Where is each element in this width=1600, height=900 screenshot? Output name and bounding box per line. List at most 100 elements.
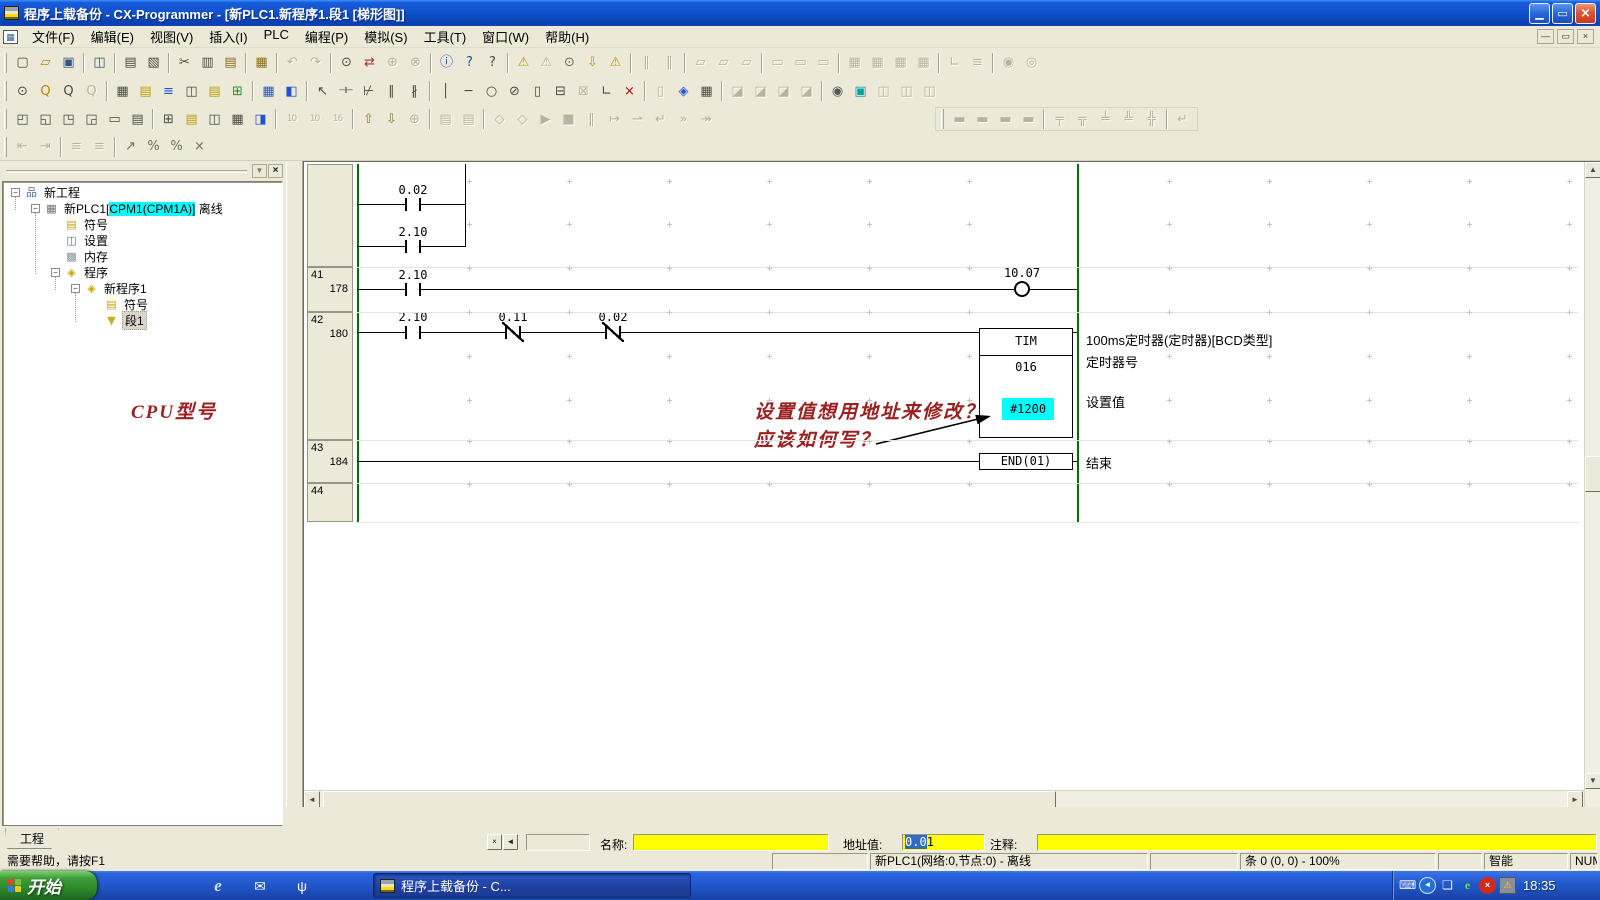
new-file-icon[interactable]: ▢ <box>12 52 33 73</box>
diff-up-icon[interactable]: ↗ <box>120 136 141 157</box>
about-icon[interactable]: ⓘ <box>436 52 457 73</box>
rung-gutter-cell[interactable]: 43 184 <box>307 440 353 483</box>
context-help-icon[interactable]: ? <box>482 52 503 73</box>
rung-gutter-cell[interactable]: 44 <box>307 483 353 522</box>
tree-item-label[interactable]: 新程序1 <box>102 280 149 297</box>
find-warning-icon[interactable]: ⊙ <box>559 52 580 73</box>
compile-icon[interactable]: ⚠ <box>513 52 534 73</box>
rung-list-icon[interactable]: ≡ <box>158 81 179 102</box>
line-delete-icon[interactable]: × <box>619 81 640 102</box>
tree-item[interactable]: −▦新PLC1[CPM1(CPM1A)] 离线 <box>5 200 280 216</box>
menu-item[interactable]: 窗口(W) <box>474 24 537 49</box>
tree-item-label[interactable]: 新工程 <box>42 184 82 201</box>
tree-item[interactable]: −◈新程序1 <box>5 280 280 296</box>
address-value-field[interactable]: 0.01 <box>902 834 985 851</box>
tree-expand-box[interactable]: − <box>31 204 40 213</box>
zoom-custom-icon[interactable]: Q <box>35 81 56 102</box>
cross-reference-icon[interactable]: ⊞ <box>158 109 179 130</box>
name-field[interactable] <box>633 834 829 851</box>
tree-item-label[interactable]: 设置 <box>82 232 110 249</box>
tree-item[interactable]: ▼段1 <box>5 312 280 328</box>
watch-window-icon[interactable]: ▦ <box>227 109 248 130</box>
operand-label[interactable]: 2.10 <box>389 268 437 282</box>
line-connect-icon[interactable]: ∟ <box>596 81 617 102</box>
vertical-scroll-thumb[interactable] <box>1585 456 1600 492</box>
tree-item[interactable]: ▤符号 <box>5 216 280 232</box>
symbol-comment-icon[interactable]: ▤ <box>135 81 156 102</box>
properties-icon[interactable]: ▤ <box>127 109 148 130</box>
no-contact[interactable] <box>405 283 421 296</box>
timer-set-value-operand[interactable]: #1200 <box>1002 398 1054 420</box>
horizontal-scrollbar[interactable]: ◄ ► <box>304 790 1584 808</box>
copy-icon[interactable]: ▥ <box>197 52 218 73</box>
help-icon[interactable]: ? <box>459 52 480 73</box>
minimize-button[interactable]: ▁ <box>1529 3 1550 24</box>
keyboard-tray-icon[interactable]: ⌨ <box>1399 877 1416 894</box>
tile-horizontal-icon[interactable]: ◱ <box>35 109 56 130</box>
print-icon[interactable]: ▤ <box>120 52 141 73</box>
grid-toggle-icon[interactable]: ▦ <box>112 81 133 102</box>
menu-item[interactable]: 帮助(H) <box>537 24 597 49</box>
comment-edit-icon[interactable]: ▤ <box>181 109 202 130</box>
network-tray-icon[interactable]: ❏ <box>1439 877 1456 894</box>
rung-comment-icon[interactable]: ▤ <box>204 81 225 102</box>
tree-item[interactable]: −◈程序 <box>5 264 280 280</box>
toolbar-grip[interactable] <box>941 109 944 129</box>
editor-quicklaunch-icon[interactable]: ψ <box>292 876 312 896</box>
horizontal-scroll-thumb[interactable] <box>323 791 1056 808</box>
toolbar-grip[interactable] <box>4 109 7 129</box>
vertical-line-icon[interactable]: │ <box>435 81 456 102</box>
workspace-grip[interactable] <box>6 170 247 173</box>
tree-item-label[interactable]: 新PLC1[CPM1(CPM1A)] 离线 <box>62 200 225 217</box>
toolbar-grip[interactable] <box>4 81 7 101</box>
restore-button[interactable]: ▭ <box>1552 3 1573 24</box>
tree-expand-box[interactable]: − <box>51 268 60 277</box>
toolbar-grip[interactable] <box>4 53 7 73</box>
menu-item[interactable]: 文件(F) <box>24 24 83 49</box>
previous-window-icon[interactable]: ▭ <box>104 109 125 130</box>
diff-percent1-icon[interactable]: % <box>143 136 164 157</box>
nc-contact[interactable] <box>505 326 521 339</box>
menu-item[interactable]: 编辑(E) <box>83 24 142 49</box>
reset-value-icon[interactable]: ⇩ <box>381 109 402 130</box>
tree-item[interactable]: −品新工程 <box>5 184 280 200</box>
menu-item[interactable]: 工具(T) <box>416 24 475 49</box>
new-or-contact-icon[interactable]: ∥ <box>381 81 402 102</box>
security-alert-tray-icon[interactable]: × <box>1479 877 1496 894</box>
menu-item[interactable]: 编程(P) <box>297 24 356 49</box>
browser-tray-icon[interactable]: e <box>1459 877 1476 894</box>
local-symbol-icon[interactable]: ◫ <box>204 109 225 130</box>
panel-splitter[interactable] <box>286 161 303 852</box>
zoom-small-icon[interactable]: ⊙ <box>12 81 33 102</box>
operand-label[interactable]: 10.07 <box>998 266 1046 280</box>
new-contact-icon[interactable]: ⊣⊢ <box>335 81 356 102</box>
replace-icon[interactable]: ⇄ <box>359 52 380 73</box>
operand-label[interactable]: 0.02 <box>389 183 437 197</box>
tree-item-label[interactable]: 符号 <box>82 216 110 233</box>
menu-item[interactable]: 插入(I) <box>201 24 255 49</box>
child-close-button[interactable]: × <box>1577 29 1594 44</box>
child-restore-button[interactable]: ▭ <box>1557 29 1574 44</box>
language-tray-icon[interactable]: ◄ <box>1419 877 1436 894</box>
vm-tray-icon[interactable]: ⚠ <box>1499 877 1516 894</box>
project-tab[interactable]: 工程 <box>5 828 59 849</box>
start-button[interactable]: 开始 <box>0 871 97 900</box>
print-preview-icon[interactable]: ▧ <box>143 52 164 73</box>
tree-view-icon[interactable]: ⊞ <box>227 81 248 102</box>
edit-bar-collapse-button[interactable]: ◄ <box>503 834 518 850</box>
output-coil[interactable] <box>1014 281 1030 297</box>
diff-clear-icon[interactable]: × <box>189 136 210 157</box>
new-pLC-instruction-icon[interactable]: ⊟ <box>550 81 571 102</box>
tree-item-label[interactable]: 内存 <box>82 248 110 265</box>
address-ref-icon[interactable]: ◉ <box>827 81 848 102</box>
no-contact[interactable] <box>405 326 421 339</box>
toolbar-grip[interactable] <box>4 137 7 157</box>
no-contact[interactable] <box>405 198 421 211</box>
io-comment-icon[interactable]: ◫ <box>181 81 202 102</box>
select-arrow-icon[interactable]: ↖ <box>312 81 333 102</box>
zoom-in-icon[interactable]: Q <box>58 81 79 102</box>
ladder-canvas[interactable]: 41 178 42 180 43 184 44 0.02 2.10 2.10 1… <box>304 162 1584 790</box>
tile-vertical-icon[interactable]: ◳ <box>58 109 79 130</box>
scroll-up-button[interactable]: ▲ <box>1585 162 1600 178</box>
send-changes-icon[interactable]: ◈ <box>673 81 694 102</box>
